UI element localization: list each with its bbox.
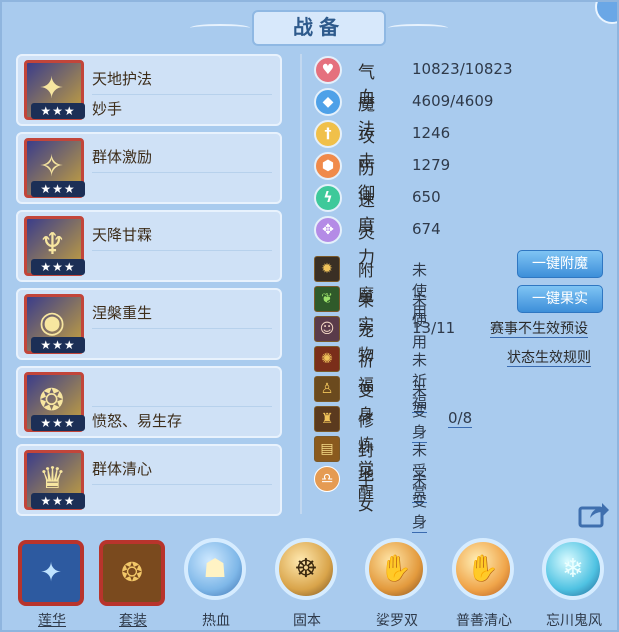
- bottom-item-lianhua[interactable]: ✦ 莲华: [14, 534, 90, 630]
- stat-value: 650: [412, 188, 441, 206]
- divider: [92, 172, 272, 173]
- bottom-label: 娑罗双: [376, 613, 418, 629]
- bottom-item-taozhuang[interactable]: ❂ 套装: [95, 534, 171, 630]
- skill-card[interactable]: ♆ ★★★ 天降甘霖: [16, 210, 282, 282]
- skill-name: 涅槃重生: [92, 304, 153, 322]
- skill-ganlin-icon: ♆ ★★★: [24, 216, 85, 276]
- one-click-enchant-button[interactable]: 一键附魔: [517, 250, 603, 278]
- bottom-item-suoluoshuang[interactable]: ✋ 娑罗双: [359, 534, 435, 630]
- heart-icon: ♥: [314, 56, 342, 84]
- skill-jili-icon: ✧ ★★★: [24, 138, 85, 198]
- skill-card[interactable]: ✦ ★★★ 天地护法 妙手: [16, 54, 282, 126]
- cultivate-icon: ♜: [314, 406, 340, 432]
- bottom-label[interactable]: 套装: [95, 610, 171, 630]
- enchant-icon: ✹: [314, 256, 340, 282]
- star-rating: ★★★: [31, 181, 85, 197]
- bottom-label: 热血: [202, 613, 230, 629]
- fief-icon: ▤: [314, 436, 340, 462]
- bottom-skill-bar: ✦ 莲华 ❂ 套装 ☗ 热血 ☸ 固本 ✋ 娑罗双 ✋ 普善清心 ❄ 忘川鬼风: [2, 534, 617, 630]
- stat-value: 4609/4609: [412, 92, 494, 110]
- share-icon[interactable]: [578, 500, 610, 528]
- skill-niepan-icon: ◉ ★★★: [24, 294, 85, 354]
- skill-card[interactable]: ◉ ★★★ 涅槃重生: [16, 288, 282, 360]
- bottom-item-wangchuan[interactable]: ❄ 忘川鬼风: [536, 534, 612, 630]
- bottom-item-guben[interactable]: ☸ 固本: [269, 534, 345, 630]
- battle-prep-panel: 战备 ✦ ★★★ 天地护法 妙手 ✧ ★★★ 群体激励 ♆ ★★★ 天降甘霖 ◉…: [0, 0, 619, 632]
- bottom-label: 忘川鬼风: [546, 613, 602, 629]
- speed-icon: ϟ: [314, 184, 342, 212]
- column-divider: [300, 54, 302, 514]
- bottom-item-pushan[interactable]: ✋ 普善清心: [446, 534, 522, 630]
- stat-value: 1246: [412, 124, 451, 142]
- item-value: 13/11: [412, 319, 456, 337]
- star-rating: ★★★: [31, 103, 85, 119]
- title-ornament-right: [388, 24, 448, 32]
- title-bar: 战备: [2, 10, 617, 46]
- skill-name: 群体激励: [92, 148, 153, 166]
- sword-icon: †: [314, 120, 342, 148]
- guben-icon: ☸: [275, 538, 337, 600]
- skill-card[interactable]: ♛ ★★★ 群体清心: [16, 444, 282, 516]
- status-rules-link[interactable]: 状态生效规则: [507, 350, 591, 367]
- suoluo-icon: ✋: [365, 538, 427, 600]
- divider: [92, 328, 272, 329]
- item-label: 子女: [358, 471, 375, 514]
- hotblood-icon: ☗: [184, 538, 246, 600]
- bottom-label: 普善清心: [456, 613, 512, 629]
- lotus-icon: ✦: [18, 540, 84, 606]
- divider: [92, 94, 272, 95]
- wangchuan-icon: ❄: [542, 538, 604, 600]
- skill-card[interactable]: ❂ ★★★ 愤怒、易生存: [16, 366, 282, 438]
- bottom-item-rexue[interactable]: ☗ 热血: [178, 534, 254, 630]
- cultivate-link[interactable]: 0/8: [448, 409, 473, 428]
- child-link[interactable]: 未变身: [412, 469, 428, 533]
- skill-subtext: 妙手: [92, 100, 123, 118]
- armor-set-icon: ❂: [99, 540, 165, 606]
- child-icon: ♎: [314, 466, 340, 492]
- title-ornament-left: [190, 24, 250, 32]
- pray-icon: ✺: [314, 346, 340, 372]
- stat-value: 674: [412, 220, 441, 238]
- mana-icon: ◆: [314, 88, 342, 116]
- skill-fennu-icon: ❂ ★★★: [24, 372, 85, 432]
- one-click-fruit-button[interactable]: 一键果实: [517, 285, 603, 313]
- star-rating: ★★★: [31, 415, 85, 431]
- tournament-preset-link[interactable]: 赛事不生效预设: [490, 321, 588, 338]
- skill-card[interactable]: ✧ ★★★ 群体激励: [16, 132, 282, 204]
- skill-tiandi-icon: ✦ ★★★: [24, 60, 85, 120]
- skill-subtext: 愤怒、易生存: [92, 412, 183, 430]
- shield-icon: ⬢: [314, 152, 342, 180]
- bottom-label: 固本: [293, 613, 321, 629]
- stat-value: 10823/10823: [412, 60, 513, 78]
- skill-name: 群体清心: [92, 460, 153, 478]
- bottom-label[interactable]: 莲华: [14, 610, 90, 630]
- star-rating: ★★★: [31, 493, 85, 509]
- skill-qingxin-icon: ♛ ★★★: [24, 450, 85, 510]
- pet-icon: ☺: [314, 316, 340, 342]
- fruit-icon: ❦: [314, 286, 340, 312]
- page-title: 战备: [252, 10, 386, 46]
- divider: [92, 406, 272, 407]
- transform-icon: ♙: [314, 376, 340, 402]
- divider: [92, 250, 272, 251]
- star-rating: ★★★: [31, 337, 85, 353]
- pushan-icon: ✋: [452, 538, 514, 600]
- spirit-icon: ✥: [314, 216, 342, 244]
- transform-link[interactable]: 未变身: [412, 379, 428, 443]
- stat-value: 1279: [412, 156, 451, 174]
- divider: [92, 484, 272, 485]
- star-rating: ★★★: [31, 259, 85, 275]
- skill-name: 天降甘霖: [92, 226, 153, 244]
- skill-name: 天地护法: [92, 70, 153, 88]
